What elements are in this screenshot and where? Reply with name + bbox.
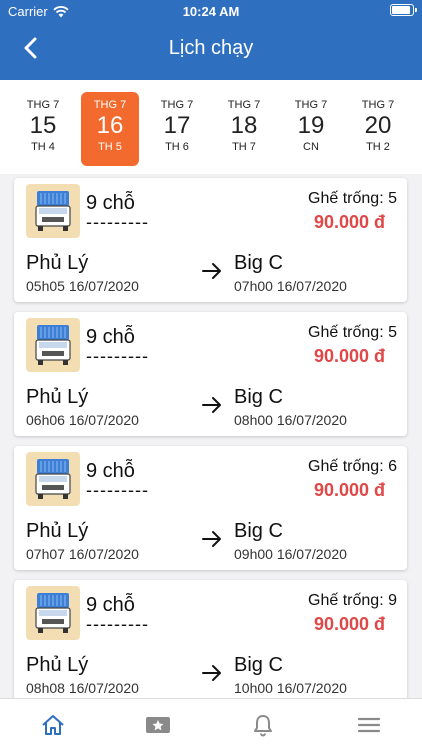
arrival-time: 07h00 16/07/2020	[234, 278, 347, 294]
date-day: 15	[29, 112, 57, 139]
ticket-price: 90.000 đ	[313, 480, 385, 500]
date-selector: THG 7 15 TH 4 THG 7 16 TH 5 THG 7 17 TH …	[0, 80, 422, 174]
date-month: THG 7	[294, 99, 328, 111]
arrival-city: Big C	[234, 654, 283, 676]
star-ticket-icon	[146, 717, 170, 733]
date-month: THG 7	[361, 99, 395, 111]
departure-city: Phủ Lý	[26, 252, 89, 274]
bus-icon	[26, 184, 80, 238]
bus-icon	[26, 318, 80, 372]
free-seats: Ghế trống: 6	[308, 458, 397, 475]
date-day: 20	[364, 112, 392, 139]
date-weekday: CN	[303, 141, 319, 153]
free-seats: Ghế trống: 5	[308, 190, 397, 207]
date-weekday: TH 5	[98, 141, 122, 153]
arrival-city: Big C	[234, 386, 283, 408]
home-icon	[42, 715, 64, 735]
date-item[interactable]: THG 7 15 TH 4	[14, 92, 72, 166]
plate-number: ---------	[86, 212, 149, 232]
arrival-city: Big C	[234, 520, 283, 542]
departure-time: 05h05 16/07/2020	[26, 278, 139, 294]
bell-icon	[254, 715, 272, 737]
arrival-time: 09h00 16/07/2020	[234, 546, 347, 562]
ticket-price: 90.000 đ	[313, 614, 385, 634]
date-item[interactable]: THG 7 19 CN	[282, 92, 340, 166]
plate-number: ---------	[86, 346, 149, 366]
departure-city: Phủ Lý	[26, 386, 89, 408]
departure-city: Phủ Lý	[26, 654, 89, 676]
ticket-price: 90.000 đ	[313, 212, 385, 232]
plate-number: ---------	[86, 480, 149, 500]
trip-card[interactable]: 9 chỗ --------- Ghế trống: 5 90.000 đ Ph…	[14, 178, 407, 302]
date-day: 18	[230, 112, 258, 139]
tab-menu[interactable]	[354, 711, 384, 739]
arrival-time: 08h00 16/07/2020	[234, 412, 347, 428]
arrow-right-icon	[202, 397, 221, 413]
departure-city: Phủ Lý	[26, 520, 89, 542]
date-weekday: TH 7	[232, 141, 256, 153]
app-header: Carrier 10:24 AM Lịch chạy	[0, 0, 422, 80]
arrow-right-icon	[202, 665, 221, 681]
trip-card[interactable]: 9 chỗ --------- Ghế trống: 6 90.000 đ Ph…	[14, 446, 407, 570]
battery-icon	[390, 4, 417, 16]
arrow-right-icon	[202, 263, 221, 279]
date-item[interactable]: THG 7 17 TH 6	[148, 92, 206, 166]
ticket-price: 90.000 đ	[313, 346, 385, 366]
date-month: THG 7	[26, 99, 60, 111]
date-weekday: TH 4	[31, 141, 55, 153]
trip-card[interactable]: 9 chỗ --------- Ghế trống: 5 90.000 đ Ph…	[14, 312, 407, 436]
bottom-tab-bar	[0, 698, 422, 750]
menu-icon	[357, 717, 381, 733]
date-day: 17	[163, 112, 191, 139]
date-day: 16	[96, 112, 124, 139]
bus-icon	[26, 586, 80, 640]
date-weekday: TH 6	[165, 141, 189, 153]
arrival-time: 10h00 16/07/2020	[234, 680, 347, 696]
departure-time: 08h08 16/07/2020	[26, 680, 139, 696]
tab-tickets[interactable]	[143, 711, 173, 739]
date-item[interactable]: THG 7 20 TH 2	[349, 92, 407, 166]
date-day: 19	[297, 112, 325, 139]
date-month: THG 7	[227, 99, 261, 111]
bus-icon	[26, 452, 80, 506]
date-month: THG 7	[93, 99, 127, 111]
trip-list[interactable]: 9 chỗ --------- Ghế trống: 5 90.000 đ Ph…	[0, 174, 422, 698]
free-seats: Ghế trống: 9	[308, 592, 397, 609]
date-item-selected[interactable]: THG 7 16 TH 5	[81, 92, 139, 166]
departure-time: 06h06 16/07/2020	[26, 412, 139, 428]
status-time: 10:24 AM	[182, 4, 240, 19]
plate-number: ---------	[86, 614, 149, 634]
date-month: THG 7	[160, 99, 194, 111]
status-bar: Carrier 10:24 AM	[0, 0, 422, 22]
tab-home[interactable]	[38, 711, 68, 739]
arrow-right-icon	[202, 531, 221, 547]
free-seats: Ghế trống: 5	[308, 324, 397, 341]
trip-card[interactable]: 9 chỗ --------- Ghế trống: 9 90.000 đ Ph…	[14, 580, 407, 698]
date-weekday: TH 2	[366, 141, 390, 153]
tab-notifications[interactable]	[248, 711, 278, 739]
departure-time: 07h07 16/07/2020	[26, 546, 139, 562]
arrival-city: Big C	[234, 252, 283, 274]
date-item[interactable]: THG 7 18 TH 7	[215, 92, 273, 166]
page-title: Lịch chạy	[168, 37, 254, 59]
